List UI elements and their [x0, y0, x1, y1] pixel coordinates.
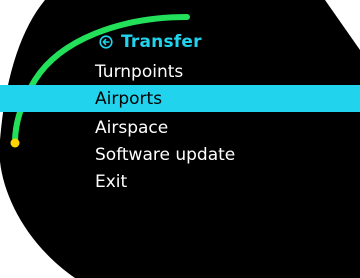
menu-item-label: Airports: [95, 88, 163, 109]
menu-item-airspace[interactable]: Airspace: [0, 114, 360, 141]
menu-title[interactable]: Transfer: [99, 31, 202, 53]
menu-item-exit[interactable]: Exit: [0, 168, 360, 195]
menu-item-label: Airspace: [95, 117, 169, 138]
menu-title-text: Transfer: [121, 32, 202, 52]
menu-item-label: Software update: [95, 144, 236, 165]
menu-item-label: Turnpoints: [95, 61, 184, 82]
menu-item-turnpoints[interactable]: Turnpoints: [0, 58, 360, 85]
device-screen: Transfer Turnpoints Airports Airspace So…: [0, 0, 360, 278]
transfer-menu: Transfer Turnpoints Airports Airspace So…: [0, 0, 360, 278]
menu-item-airports[interactable]: Airports: [0, 85, 360, 112]
menu-item-label: Exit: [95, 171, 128, 192]
back-arrow-circle-icon[interactable]: [99, 35, 113, 49]
menu-item-software-update[interactable]: Software update: [0, 141, 360, 168]
